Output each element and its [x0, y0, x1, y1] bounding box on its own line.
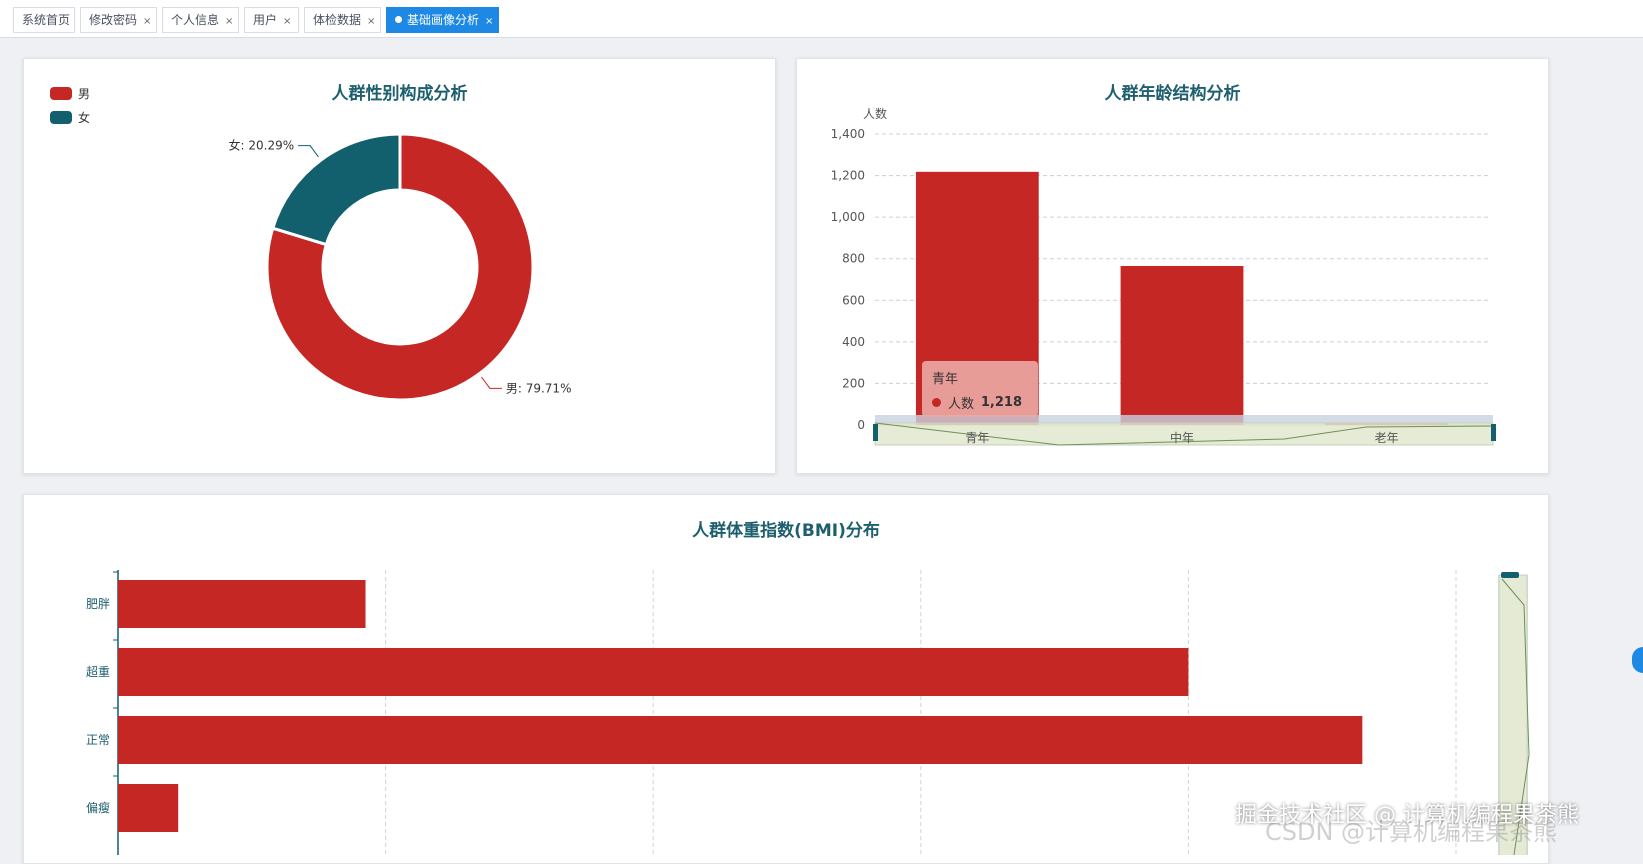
slice-label: 女: 20.29%: [229, 138, 295, 153]
label-leader-line: [481, 376, 502, 389]
watermark: 掘金技术社区 @ 计算机编程果茶熊: [1235, 803, 1579, 828]
y-tick-label: 800: [842, 252, 865, 266]
tab-label: 体检数据: [313, 13, 362, 27]
x-tick-label: 中年: [1170, 430, 1194, 445]
gender-panel: 人群性别构成分析 男 女 男: 79.71% 女: 20.29%: [23, 58, 776, 474]
bar[interactable]: [1120, 265, 1244, 425]
bar[interactable]: [118, 784, 179, 832]
gender-donut-chart[interactable]: 男: 79.71% 女: 20.29%: [24, 59, 777, 475]
datazoom-handle: [1491, 424, 1496, 441]
y-axis-label: 人数: [863, 106, 887, 121]
y-tick-label: 200: [842, 376, 865, 390]
close-icon[interactable]: ×: [225, 16, 233, 27]
tab-checkup-data[interactable]: 体检数据 ×: [304, 7, 381, 33]
tab-bar: 系统首页 修改密码 × 个人信息 × 用户 × 体检数据 × 基础画像分析 ×: [0, 0, 1643, 38]
close-icon[interactable]: ×: [485, 16, 493, 27]
slice-label: 男: 79.71%: [506, 381, 572, 395]
tab-label: 修改密码: [89, 13, 138, 27]
close-icon[interactable]: ×: [143, 16, 151, 27]
datazoom-handle: [1501, 572, 1519, 578]
bar[interactable]: [118, 580, 366, 628]
tooltip-row: 人数 1,218: [932, 393, 1028, 412]
tab-label: 用户: [253, 13, 278, 27]
tab-label: 个人信息: [171, 13, 220, 27]
label-leader-line: [298, 145, 319, 158]
tab-personal-info[interactable]: 个人信息 ×: [162, 7, 239, 33]
age-bar-chart[interactable]: 人数02004006008001,0001,2001,400青年 中年 老年: [797, 59, 1550, 475]
y-tick-label: 1,000: [831, 210, 865, 224]
tooltip-category: 青年: [932, 372, 959, 387]
datazoom-handle: [873, 424, 878, 441]
tab-home[interactable]: 系统首页: [13, 7, 75, 33]
y-tick-label: 600: [842, 293, 865, 307]
tab-change-password[interactable]: 修改密码 ×: [80, 7, 157, 33]
x-tick-label: 青年: [965, 431, 989, 445]
tab-basic-profile-analysis[interactable]: 基础画像分析 ×: [386, 7, 499, 33]
y-tick-label: 肥胖: [86, 597, 110, 611]
close-icon[interactable]: ×: [283, 16, 291, 27]
close-icon[interactable]: ×: [367, 16, 375, 27]
side-toggle-button[interactable]: [1632, 647, 1643, 673]
y-tick-label: 400: [842, 335, 865, 349]
y-tick-label: 0: [857, 418, 865, 432]
bar[interactable]: [118, 648, 1189, 696]
x-tick-label: 老年: [1375, 431, 1399, 445]
active-dot-icon: [395, 16, 402, 23]
y-tick-label: 正常: [86, 733, 110, 747]
age-panel: 人群年龄结构分析 人数 0 200 400 600 800 1,000 1,200 1,400 青…: [796, 58, 1549, 474]
y-tick-label: 1,200: [831, 169, 865, 183]
tooltip-marker-icon: [932, 398, 941, 407]
tooltip-series: 人数: [948, 397, 975, 412]
y-tick-label: 偏瘦: [86, 800, 110, 815]
tab-label: 系统首页: [22, 13, 71, 27]
tab-label: 基础画像分析: [407, 13, 480, 27]
chart-tooltip: 青年 人数 1,218: [922, 361, 1038, 417]
y-tick-label: 超重: [86, 664, 110, 679]
tab-users[interactable]: 用户 ×: [244, 7, 299, 33]
tooltip-value: 1,218: [980, 395, 1022, 410]
bar[interactable]: [118, 716, 1363, 764]
y-tick-label: 1,400: [831, 127, 865, 141]
